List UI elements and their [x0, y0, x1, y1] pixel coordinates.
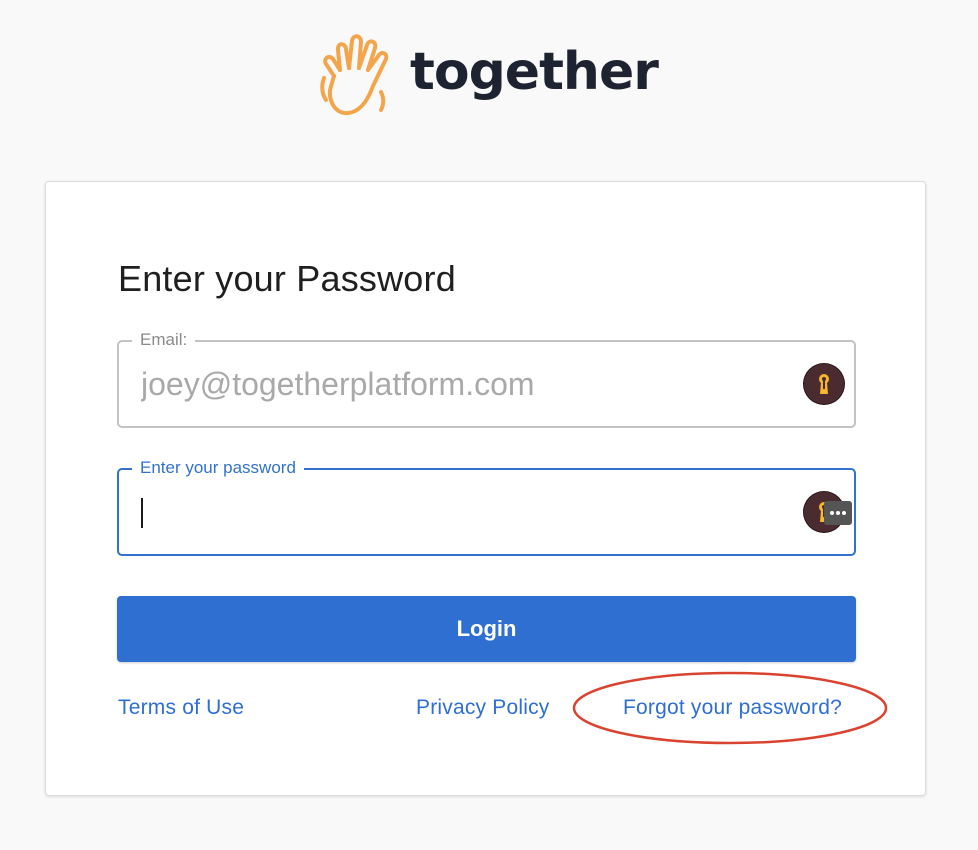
- login-button[interactable]: Login: [117, 596, 856, 662]
- page-title: Enter your Password: [118, 258, 456, 299]
- email-input[interactable]: [141, 360, 761, 408]
- email-field[interactable]: Email:: [117, 330, 856, 428]
- password-input[interactable]: [141, 488, 761, 536]
- password-field[interactable]: Enter your password: [117, 458, 856, 556]
- more-options-icon[interactable]: [824, 501, 852, 525]
- brand-name: together: [410, 42, 659, 102]
- forgot-password-link[interactable]: Forgot your password?: [623, 696, 842, 720]
- password-manager-keyhole-icon[interactable]: [804, 364, 844, 404]
- terms-of-use-link[interactable]: Terms of Use: [118, 696, 244, 720]
- email-field-label: Email:: [132, 330, 196, 350]
- privacy-policy-link[interactable]: Privacy Policy: [416, 696, 550, 720]
- password-field-label: Enter your password: [132, 458, 304, 478]
- brand-header: together: [318, 30, 659, 120]
- login-card: Enter your Password Email: Enter your pa…: [45, 181, 926, 796]
- waving-hand-icon: [320, 34, 389, 116]
